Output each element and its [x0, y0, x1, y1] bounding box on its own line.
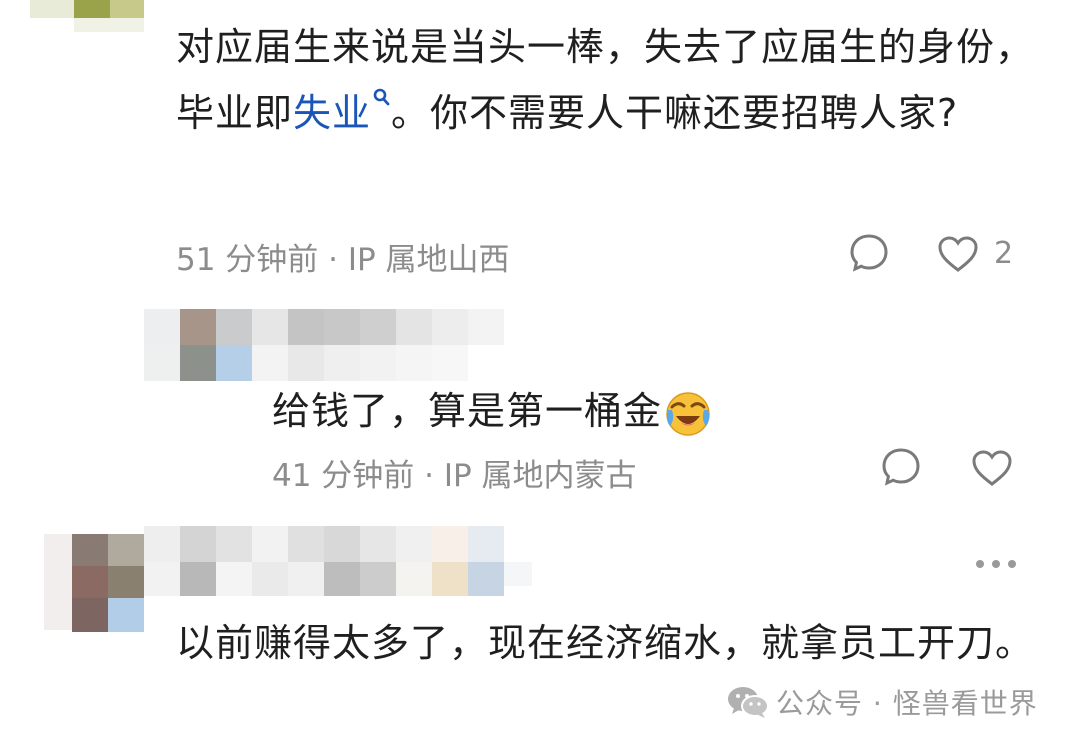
reply-comment-icon[interactable] — [880, 446, 922, 488]
comment-icon[interactable] — [848, 232, 890, 274]
search-icon — [373, 88, 390, 106]
keyword-link[interactable]: 失业 — [293, 88, 391, 135]
more-icon[interactable] — [974, 558, 1018, 570]
reply-meta: 41 分钟前 · IP 属地内蒙古 — [272, 458, 637, 494]
watermark: 公众号 · 怪兽看世界 — [726, 682, 1038, 722]
comment-1-meta: 51 分钟前 · IP 属地山西 — [176, 242, 510, 278]
reply-heart-icon[interactable] — [970, 448, 1014, 488]
reply-text: 给钱了，算是第一桶金 — [272, 378, 712, 444]
cry-laugh-emoji — [666, 391, 710, 436]
comment-3-text: 以前赚得太多了，现在经济缩水，就拿员工开刀。 — [176, 621, 1035, 665]
like-count: 2 — [994, 236, 1014, 271]
heart-icon[interactable] — [936, 234, 980, 274]
comment-1-text: 对应届生来说是当头一棒，失去了应届生的身份，毕业即失业 。你不需要人干嘛还要招聘人… — [176, 25, 1035, 135]
wechat-icon — [728, 687, 769, 718]
